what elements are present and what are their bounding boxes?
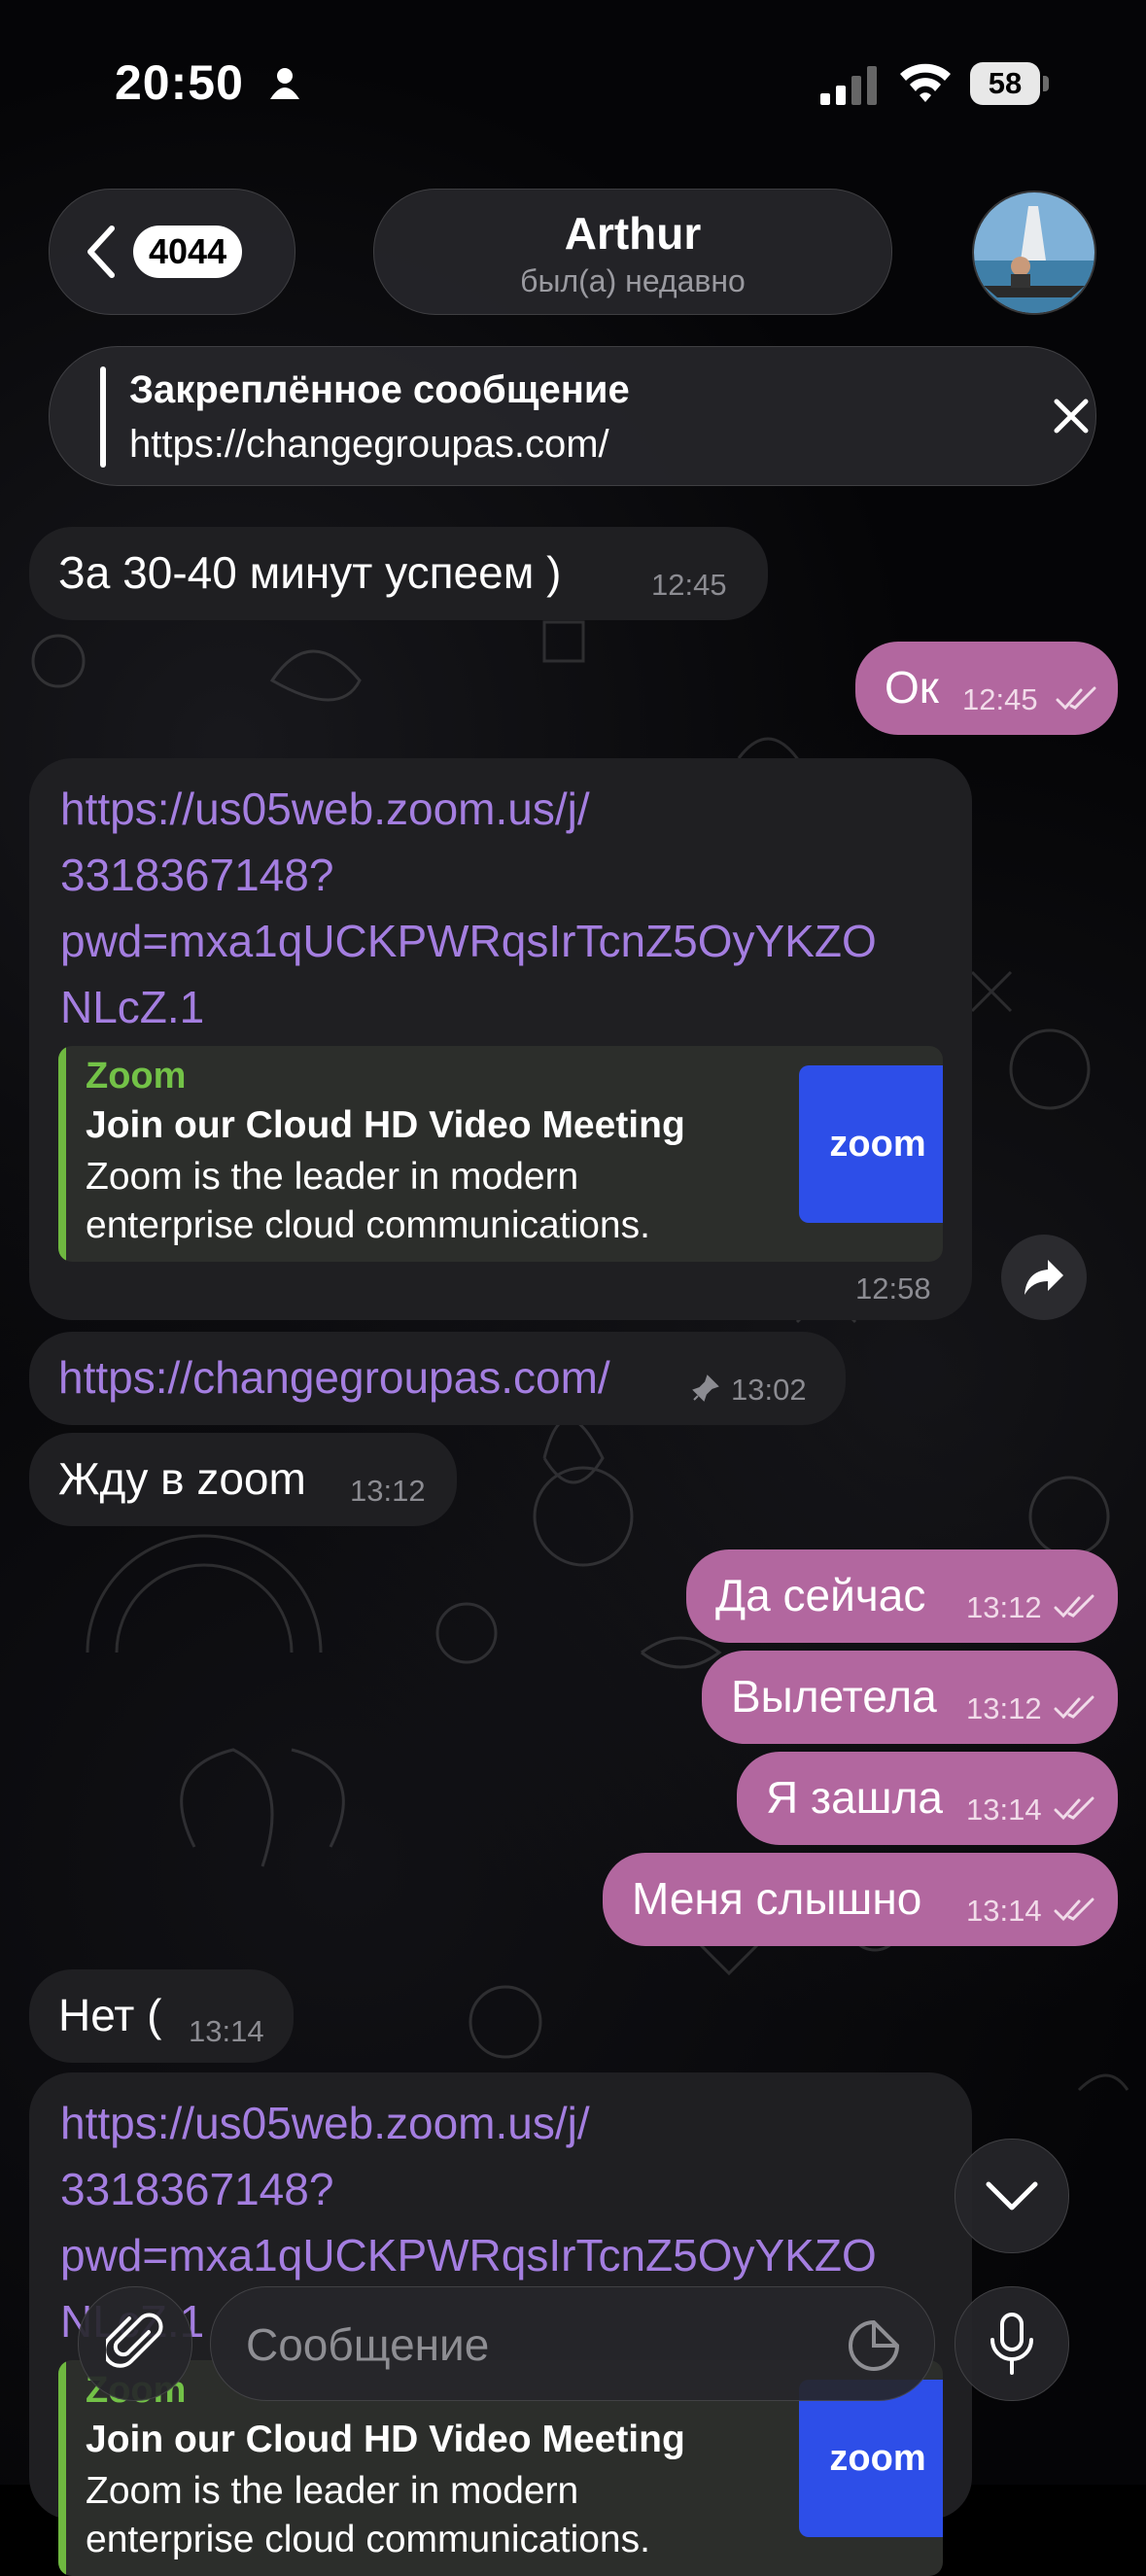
battery-indicator: 58	[970, 62, 1050, 105]
back-button[interactable]: 4044	[49, 189, 295, 315]
message-outgoing[interactable]: Да сейчас 13:12	[686, 1549, 1118, 1643]
chevron-left-icon	[87, 226, 115, 278]
message-text: За 30-40 минут успеем )	[58, 547, 562, 598]
message-outgoing[interactable]: Я зашла 13:14	[737, 1752, 1118, 1845]
zoom-logo: zoom	[799, 1065, 943, 1223]
message-time: 12:45	[651, 568, 727, 602]
person-icon	[270, 68, 299, 99]
preview-desc-line: enterprise cloud communications.	[86, 1204, 650, 1246]
double-check-icon	[1056, 686, 1096, 711]
message-link-preview[interactable]: https://us05web.zoom.us/j/ 3318367148? p…	[29, 758, 972, 1320]
pinned-title: Закреплённое сообщение	[129, 368, 630, 411]
message-time: 13:02	[731, 1373, 807, 1407]
wifi-icon	[900, 63, 951, 102]
zoom-logo: zoom	[799, 2380, 943, 2537]
message-text: Жду в zoom	[58, 1453, 306, 1504]
pinned-indicator	[100, 366, 106, 468]
battery-percent: 58	[988, 66, 1023, 100]
scroll-down-button[interactable]	[955, 2139, 1069, 2253]
share-arrow-icon	[1024, 1260, 1063, 1295]
preview-desc-line: Zoom is the leader in modern	[86, 1156, 579, 1198]
message-input[interactable]: Сообщение	[210, 2286, 935, 2401]
link-line: pwd=mxa1qUCKPWRqsIrTcnZ5OyYKZO	[60, 2230, 877, 2280]
link-preview-card[interactable]: Zoom Join our Cloud HD Video Meeting Zoo…	[58, 1046, 943, 1262]
contact-name: Arthur	[564, 208, 702, 259]
message-time: 12:58	[855, 1271, 931, 1305]
preview-description: Zoom is the leader in modern enterprise …	[86, 2467, 708, 2564]
message-outgoing[interactable]: Вылетела 13:12	[702, 1651, 1118, 1744]
status-bar: 20:50 58	[0, 0, 1146, 165]
message-input-placeholder: Сообщение	[246, 2319, 490, 2370]
message-text: Нет (	[58, 1990, 162, 2040]
preview-site-name: Zoom	[86, 1056, 187, 1097]
message-link[interactable]: https://changegroupas.com/	[58, 1351, 610, 1404]
unread-count-badge: 4044	[133, 226, 243, 278]
message-outgoing[interactable]: Меня слышно 13:14	[603, 1853, 1118, 1946]
message-time: 13:12	[350, 1474, 426, 1508]
pinned-text: https://changegroupas.com/	[129, 423, 609, 466]
message-time: 13:12	[966, 1691, 1042, 1725]
message-incoming[interactable]: За 30-40 минут успеем ) 12:45	[29, 527, 768, 620]
message-time: 13:14	[189, 2014, 264, 2048]
message-incoming[interactable]: Нет ( 13:14	[29, 1969, 294, 2063]
message-incoming[interactable]: Жду в zoom 13:12	[29, 1433, 457, 1526]
share-button[interactable]	[1001, 1235, 1087, 1320]
preview-title: Join our Cloud HD Video Meeting	[86, 1104, 685, 1146]
pin-icon	[692, 1375, 719, 1402]
message-time: 12:45	[962, 682, 1038, 716]
microphone-icon	[990, 2313, 1033, 2375]
link-line: 3318367148?	[60, 850, 334, 900]
double-check-icon	[1054, 1897, 1094, 1922]
chevron-down-icon	[986, 2181, 1038, 2210]
double-check-icon	[1054, 1594, 1094, 1619]
message-text: Да сейчас	[715, 1570, 926, 1620]
message-text: Я зашла	[766, 1772, 944, 1823]
message-link[interactable]: https://us05web.zoom.us/j/ 3318367148? p…	[60, 776, 877, 1040]
message-incoming[interactable]: https://changegroupas.com/ 13:02	[29, 1332, 846, 1425]
contact-status: был(а) недавно	[520, 263, 746, 298]
preview-description: Zoom is the leader in modern enterprise …	[86, 1153, 708, 1250]
link-line: pwd=mxa1qUCKPWRqsIrTcnZ5OyYKZO	[60, 916, 877, 966]
message-text: Ок	[885, 662, 939, 713]
close-icon[interactable]	[1039, 384, 1103, 448]
message-time: 13:14	[966, 1894, 1042, 1928]
link-line: 3318367148?	[60, 2164, 334, 2214]
avatar[interactable]	[972, 191, 1096, 315]
avatar-photo	[974, 192, 1094, 313]
sticker-icon[interactable]	[847, 2318, 901, 2373]
preview-desc-line: enterprise cloud communications.	[86, 2519, 650, 2560]
message-text: Вылетела	[731, 1671, 937, 1722]
clock: 20:50	[115, 55, 244, 110]
paperclip-icon	[106, 2313, 163, 2368]
cellular-signal-icon	[820, 66, 877, 105]
preview-title: Join our Cloud HD Video Meeting	[86, 2419, 685, 2460]
message-time: 13:14	[966, 1793, 1042, 1827]
message-text: Меня слышно	[632, 1873, 922, 1924]
link-line: https://us05web.zoom.us/j/	[60, 783, 590, 834]
message-outgoing[interactable]: Ок 12:45	[855, 642, 1118, 735]
link-line: https://us05web.zoom.us/j/	[60, 2098, 590, 2148]
double-check-icon	[1054, 1695, 1094, 1720]
attach-button[interactable]	[78, 2286, 192, 2401]
double-check-icon	[1054, 1796, 1094, 1821]
preview-accent-bar	[58, 2360, 66, 2576]
pinned-message-bar[interactable]: Закреплённое сообщение https://changegro…	[49, 346, 1096, 486]
voice-record-button[interactable]	[955, 2286, 1069, 2401]
preview-desc-line: Zoom is the leader in modern	[86, 2470, 579, 2512]
preview-accent-bar	[58, 1046, 66, 1262]
chat-title[interactable]: Arthur был(а) недавно	[373, 189, 892, 315]
message-time: 13:12	[966, 1590, 1042, 1624]
link-line: NLcZ.1	[60, 982, 205, 1032]
